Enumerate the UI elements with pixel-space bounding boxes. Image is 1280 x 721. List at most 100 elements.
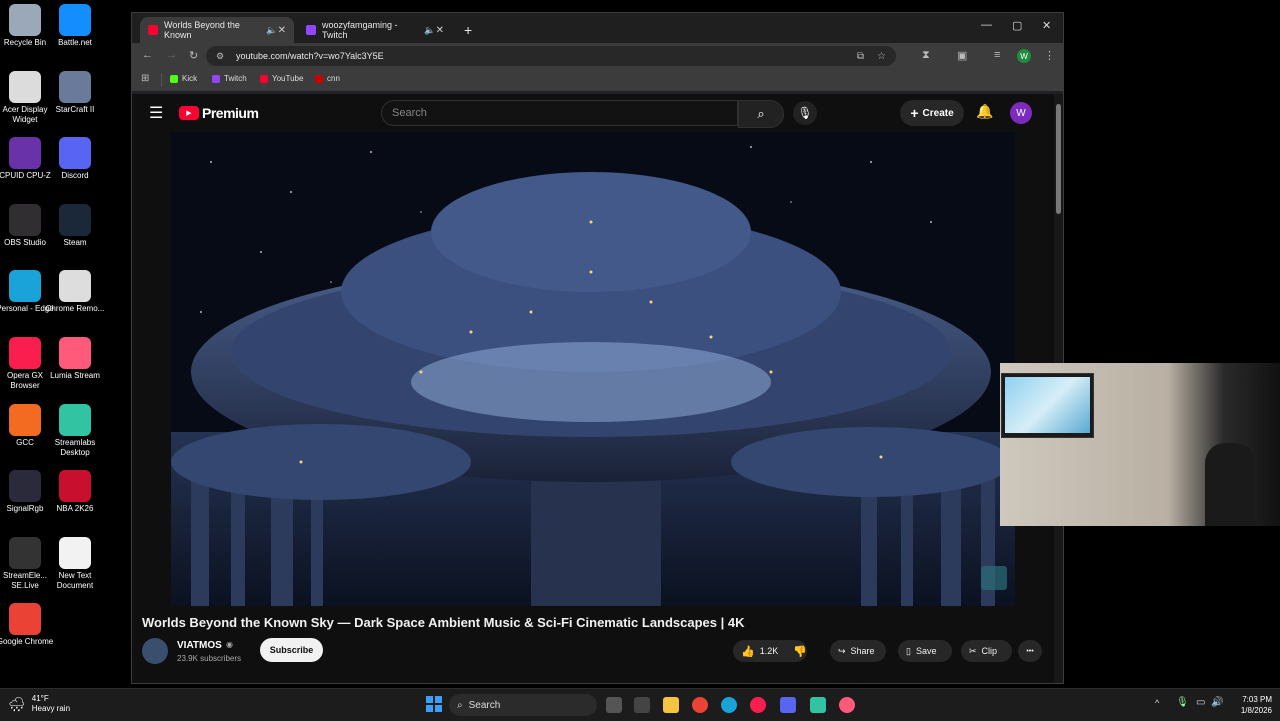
extensions-icon[interactable]: ⧗ xyxy=(922,49,930,62)
browser-toolbar: ← → ↻ ⚙ youtube.com/watch?v=wo7Yalc3Y5E … xyxy=(132,43,1063,69)
share-icon: ↪ xyxy=(838,645,846,656)
like-icon[interactable]: 👍 xyxy=(741,645,755,658)
clock[interactable]: 7:03 PM 1/8/2026 xyxy=(1232,694,1272,716)
tab-title: woozyfamgaming - Twitch xyxy=(322,20,398,40)
tab-twitch[interactable]: woozyfamgaming - Twitch 🔈 ✕ xyxy=(298,17,452,43)
chrome-remote-icon xyxy=(59,270,91,303)
search-button[interactable]: ⌕ xyxy=(738,100,784,128)
menu-kebab-icon[interactable]: ⋮ xyxy=(1044,49,1055,62)
apps-grid-icon[interactable]: ⊞ xyxy=(141,73,149,84)
new-tab-button[interactable]: + xyxy=(456,17,480,43)
search-placeholder: Search xyxy=(392,107,427,119)
dislike-icon[interactable]: 👎 xyxy=(793,645,807,658)
taskbar-search[interactable]: ⌕ Search xyxy=(449,694,597,716)
microphone-icon[interactable]: 🎙 xyxy=(793,101,817,125)
windows-start-icon[interactable] xyxy=(426,696,442,712)
microphone-tray-icon[interactable]: 🎙 xyxy=(1176,697,1189,708)
notifications-bell-icon[interactable]: 🔔 xyxy=(976,103,993,120)
widgets-icon[interactable] xyxy=(634,697,650,713)
steam-icon xyxy=(59,203,91,236)
channel-name[interactable]: VIATMOS xyxy=(177,640,222,651)
close-tab-icon[interactable]: ✕ xyxy=(436,25,444,36)
tab-youtube[interactable]: Worlds Beyond the Known 🔈 ✕ xyxy=(140,17,294,43)
desktop-icon[interactable]: Steam xyxy=(44,203,106,248)
reload-icon[interactable]: ↻ xyxy=(189,49,198,62)
bookmark-youtube[interactable]: YouTube xyxy=(260,74,303,83)
logo-text: Premium xyxy=(202,105,259,121)
channel-avatar[interactable] xyxy=(142,638,168,664)
reading-list-icon[interactable]: ≡ xyxy=(994,49,1000,61)
desktop-icon[interactable]: NBA 2K26 xyxy=(44,470,106,514)
operagx-icon xyxy=(9,337,41,369)
forward-icon[interactable]: → xyxy=(166,49,177,61)
desktop-icon[interactable]: Chrome Remo... xyxy=(44,270,106,314)
weather-temp: 41°F xyxy=(31,694,49,703)
browser-window: Worlds Beyond the Known 🔈 ✕ woozyfamgami… xyxy=(131,12,1064,684)
desktop-icon[interactable]: New Text Document xyxy=(44,536,106,591)
display-tray-icon[interactable]: ▭ xyxy=(1196,697,1205,708)
youtube-favicon-icon xyxy=(148,25,158,35)
volume-tray-icon[interactable]: 🔊 xyxy=(1211,697,1223,708)
speaker-icon[interactable]: 🔈 xyxy=(266,25,277,36)
search-input[interactable]: Search xyxy=(381,100,738,126)
streamlabs-taskbar-icon[interactable] xyxy=(810,697,826,713)
clock-date: 1/8/2026 xyxy=(1240,706,1272,715)
create-button[interactable]: + Create xyxy=(900,100,964,126)
video-player[interactable] xyxy=(171,132,1015,606)
tv-screen xyxy=(1005,377,1090,433)
edge-taskbar-icon[interactable] xyxy=(721,697,737,713)
more-actions-button[interactable]: ••• xyxy=(1018,640,1042,662)
save-button[interactable]: ▯ Save xyxy=(898,640,952,662)
desktop-icon[interactable]: Lumia Stream xyxy=(44,337,106,381)
subscribe-button[interactable]: Subscribe xyxy=(260,638,323,662)
video-title: Worlds Beyond the Known Sky — Dark Space… xyxy=(142,615,745,630)
verified-check-icon: ◉ xyxy=(226,640,233,649)
cpuz-icon xyxy=(9,137,41,170)
bookmarks-bar: ⊞ Kick Twitch YouTube cnn xyxy=(132,69,1063,91)
desktop-icon[interactable]: Discord xyxy=(44,137,106,181)
tray-chevron-icon[interactable]: ^ xyxy=(1155,698,1159,708)
create-label: Create xyxy=(922,107,954,119)
weather-widget[interactable]: 🌧 41°F Heavy rain xyxy=(8,694,70,714)
file-explorer-icon[interactable] xyxy=(663,697,679,713)
opera-gx-taskbar-icon[interactable] xyxy=(750,697,766,713)
hamburger-menu-icon[interactable]: ☰ xyxy=(149,103,163,123)
bookmark-label: Kick xyxy=(182,74,198,83)
share-label: Share xyxy=(850,646,875,656)
maximize-icon[interactable]: ▢ xyxy=(1012,19,1022,32)
share-button[interactable]: ↪ Share xyxy=(830,640,886,662)
close-window-icon[interactable]: ✕ xyxy=(1042,19,1051,32)
youtube-logo[interactable]: ▶ Premium xyxy=(179,105,259,121)
speaker-icon[interactable]: 🔈 xyxy=(424,25,435,36)
bookmark-twitch[interactable]: Twitch xyxy=(212,74,247,83)
bookmark-kick[interactable]: Kick xyxy=(170,74,197,83)
clip-button[interactable]: ✂ Clip xyxy=(961,640,1012,662)
chrome-taskbar-icon[interactable] xyxy=(692,697,708,713)
desktop-icon[interactable]: Google Chrome xyxy=(0,603,56,647)
desktop-icon[interactable]: Battle.net xyxy=(44,4,106,48)
scrollbar-thumb[interactable] xyxy=(1056,104,1061,214)
install-app-icon[interactable]: ⧉ xyxy=(857,51,864,62)
desktop-icon-label: Lumia Stream xyxy=(50,371,100,380)
profile-avatar[interactable]: W xyxy=(1017,49,1031,63)
bookmark-star-icon[interactable]: ☆ xyxy=(877,51,886,62)
account-avatar[interactable]: W xyxy=(1010,102,1032,124)
media-icon[interactable]: ▣ xyxy=(957,49,967,62)
weather-text: Heavy rain xyxy=(31,704,71,713)
desktop-icon[interactable]: Streamlabs Desktop xyxy=(44,403,106,458)
channel-watermark-logo[interactable] xyxy=(981,566,1007,590)
close-tab-icon[interactable]: ✕ xyxy=(278,25,286,36)
task-view-icon[interactable] xyxy=(606,697,622,713)
lumia-taskbar-icon[interactable] xyxy=(839,697,855,713)
minimize-icon[interactable]: — xyxy=(981,19,992,31)
desktop-icon[interactable]: StarCraft II xyxy=(44,70,106,115)
youtube-play-icon: ▶ xyxy=(179,106,199,120)
site-info-icon[interactable]: ⚙ xyxy=(216,51,224,62)
bookmark-label: YouTube xyxy=(272,74,304,83)
like-count[interactable]: 1.2K xyxy=(760,646,779,656)
subscriber-count: 23.9K subscribers xyxy=(177,654,242,663)
back-icon[interactable]: ← xyxy=(142,49,153,61)
address-bar[interactable]: ⚙ youtube.com/watch?v=wo7Yalc3Y5E ⧉ ☆ xyxy=(206,46,896,66)
discord-taskbar-icon[interactable] xyxy=(780,697,796,713)
bookmark-cnn[interactable]: cnn xyxy=(315,74,340,83)
